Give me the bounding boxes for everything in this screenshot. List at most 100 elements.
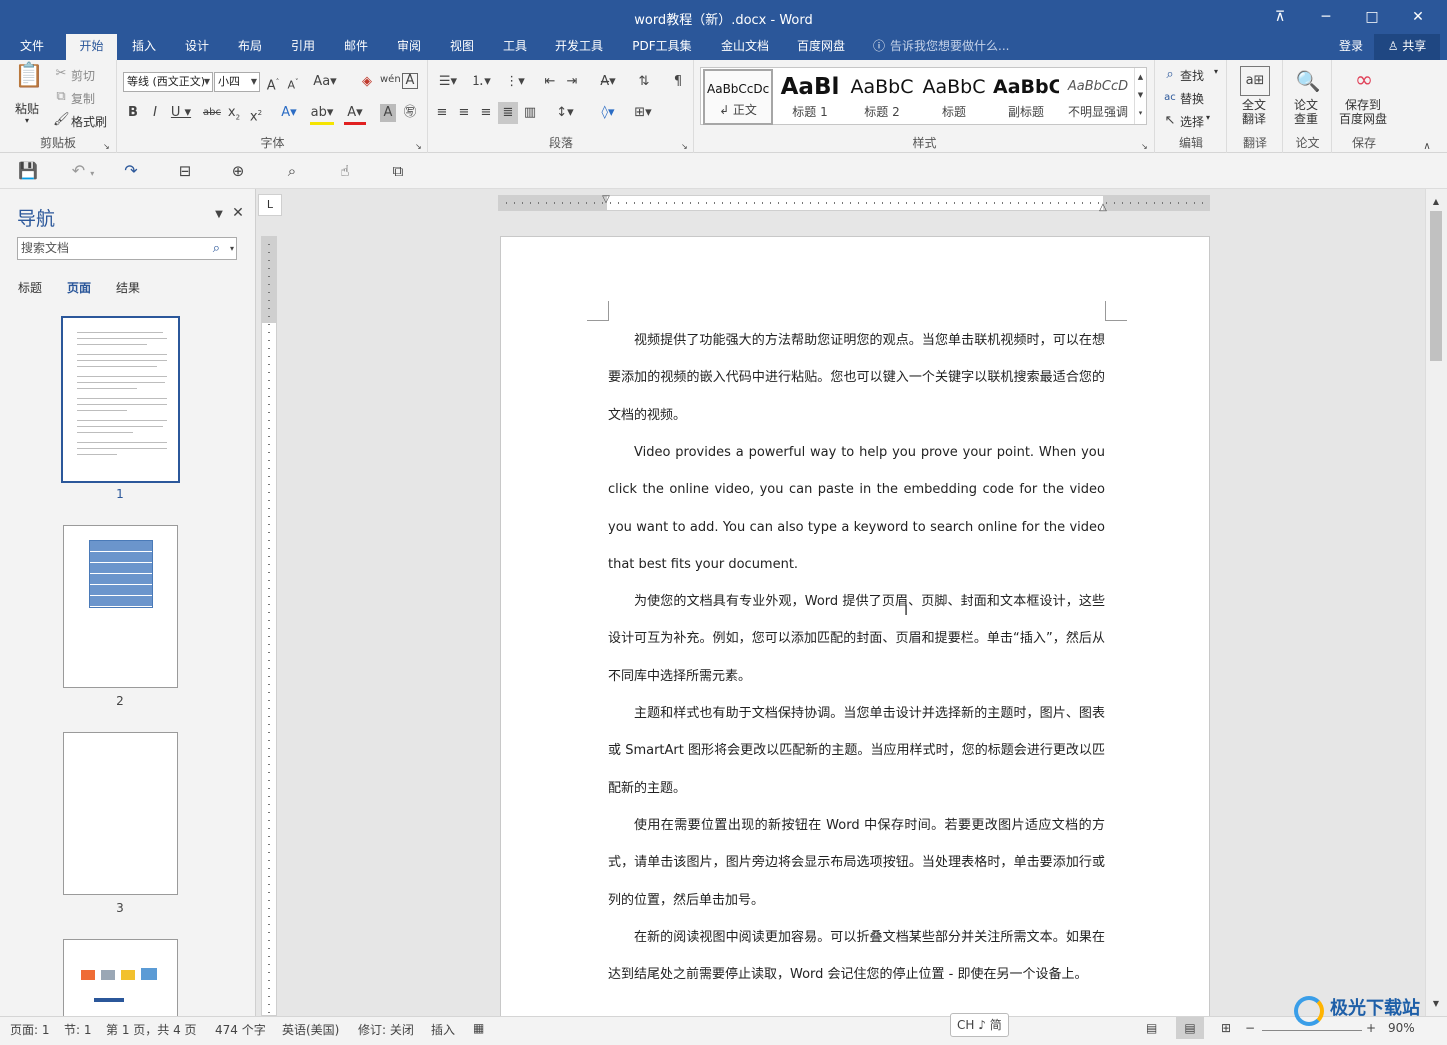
tab-mailings[interactable]: 邮件	[334, 34, 378, 60]
undo-icon[interactable]: ↶ ▾	[66, 162, 100, 183]
borders-icon[interactable]: ⊞▾	[629, 104, 657, 122]
tab-references[interactable]: 引用	[281, 34, 325, 60]
tab-view[interactable]: 视图	[440, 34, 484, 60]
multilevel-list-icon[interactable]: ⋮▾	[501, 73, 529, 91]
page-thumbnail-1[interactable]	[61, 316, 180, 483]
redo-icon[interactable]: ↷	[120, 162, 142, 180]
page-thumbnail-2[interactable]	[63, 525, 178, 688]
shading-icon[interactable]: ◊▾	[594, 104, 622, 122]
tab-design[interactable]: 设计	[175, 34, 219, 60]
clear-formatting-icon[interactable]: ◈	[358, 73, 376, 91]
font-size-combo[interactable]: 小四 ▼	[214, 72, 260, 92]
ribbon-display-options-icon[interactable]: ⊼	[1257, 0, 1303, 34]
vertical-ruler[interactable]	[261, 236, 277, 1016]
nav-tab-results[interactable]: 结果	[116, 279, 140, 296]
status-language[interactable]: 英语(美国)	[282, 1021, 339, 1038]
close-button[interactable]: ✕	[1395, 0, 1441, 34]
share-button[interactable]: ♙ 共享	[1374, 34, 1440, 60]
font-color-icon[interactable]: A▾	[344, 104, 366, 125]
enclose-characters-icon[interactable]: ㊢	[402, 104, 418, 122]
scroll-thumb[interactable]	[1430, 211, 1442, 361]
superscript-icon[interactable]: x2	[248, 104, 264, 126]
nav-tab-pages[interactable]: 页面	[67, 279, 91, 296]
paste-dropdown-icon[interactable]: ▾	[25, 116, 29, 125]
numbering-icon[interactable]: ⒈▾	[467, 73, 495, 91]
tab-insert[interactable]: 插入	[121, 34, 167, 60]
style-subtle-emphasis[interactable]: AaBbCcD 不明显强调	[1063, 69, 1133, 125]
style-title[interactable]: AaBbC 标题	[919, 69, 989, 125]
tab-review[interactable]: 审阅	[387, 34, 431, 60]
line-spacing-icon[interactable]: ↕▾	[551, 104, 579, 122]
change-case-icon[interactable]: Aa▾	[311, 73, 339, 91]
status-track-changes[interactable]: 修订: 关闭	[358, 1021, 414, 1038]
web-layout-view-icon[interactable]: ⊞	[1221, 1021, 1231, 1035]
nav-search-input[interactable]: 搜索文档 ⌕ ▾	[17, 237, 237, 260]
paragraph[interactable]: 为使您的文档具有专业外观，Word 提供了页眉、页脚、封面和文本框设计，这些设计…	[608, 583, 1105, 695]
style-subtitle[interactable]: AaBbC 副标题	[991, 69, 1061, 125]
align-left-icon[interactable]: ≡	[434, 104, 450, 122]
tab-kingsoft-docs[interactable]: 金山文档	[712, 34, 778, 60]
maximize-button[interactable]: □	[1349, 0, 1395, 34]
tab-tools[interactable]: 工具	[493, 34, 537, 60]
print-layout-view-icon[interactable]: ▤	[1176, 1017, 1204, 1039]
scroll-up-icon[interactable]: ▲	[1430, 193, 1442, 211]
save-icon[interactable]: 💾	[18, 162, 38, 180]
italic-icon[interactable]: I	[148, 104, 162, 122]
copy-button[interactable]: 复制	[71, 90, 95, 107]
distributed-icon[interactable]: ▥	[522, 104, 538, 122]
text-effects-icon[interactable]: A▾	[278, 104, 300, 122]
decrease-indent-icon[interactable]: ⇤	[541, 73, 559, 91]
align-center-icon[interactable]: ≡	[456, 104, 472, 122]
baidu-netdisk-icon[interactable]: ∞	[1349, 66, 1379, 96]
tab-baidu-netdisk[interactable]: 百度网盘	[788, 34, 854, 60]
print-preview-icon[interactable]: ⌕	[281, 162, 303, 180]
login-link[interactable]: 登录	[1332, 34, 1370, 60]
chevron-down-icon[interactable]: ▾	[1206, 113, 1210, 122]
tab-stop-selector[interactable]: L	[258, 194, 282, 216]
paper-check-button[interactable]: 论文 查重	[1294, 98, 1318, 126]
tab-home[interactable]: 开始	[66, 34, 117, 60]
bold-icon[interactable]: B	[126, 104, 140, 122]
indent-marker-icon[interactable]: ▽	[599, 191, 613, 209]
minimize-button[interactable]: ─	[1303, 0, 1349, 34]
phonetic-guide-icon[interactable]: wén	[380, 71, 401, 89]
tab-file[interactable]: 文件	[8, 34, 56, 60]
subscript-icon[interactable]: x2	[226, 104, 242, 127]
character-border-icon[interactable]: A	[402, 73, 418, 89]
character-shading-icon[interactable]: A	[380, 104, 396, 122]
status-section[interactable]: 节: 1	[64, 1021, 92, 1038]
tab-pdf-tools[interactable]: PDF工具集	[624, 34, 700, 60]
read-mode-icon[interactable]: ⊟	[174, 162, 196, 180]
tab-developer[interactable]: 开发工具	[546, 34, 612, 60]
underline-icon[interactable]: U ▾	[170, 104, 192, 122]
replace-button[interactable]: 替换	[1180, 90, 1204, 107]
gallery-scroll-icon[interactable]: ▲ ▼ ▾	[1134, 68, 1146, 124]
find-button[interactable]: 查找	[1180, 67, 1204, 84]
highlight-color-icon[interactable]: ab▾	[310, 104, 334, 125]
nav-tab-headings[interactable]: 标题	[18, 279, 42, 296]
search-icon[interactable]: ⌕	[213, 238, 220, 259]
format-painter-button[interactable]: 格式刷	[71, 113, 107, 130]
tell-me-box[interactable]: 告诉我您想要做什么...	[890, 34, 1020, 60]
paragraph[interactable]: Video provides a powerful way to help yo…	[608, 434, 1105, 583]
style-heading-1[interactable]: AaBl 标题 1	[775, 69, 845, 125]
paste-icon[interactable]: 📋	[14, 63, 44, 96]
read-mode-view-icon[interactable]: ▤	[1146, 1021, 1157, 1035]
style-normal[interactable]: AaBbCcDc ↲ 正文	[703, 69, 773, 125]
customize-qat-icon[interactable]: ⧉	[387, 162, 409, 180]
document-page[interactable]: 视频提供了功能强大的方法帮助您证明您的观点。当您单击联机视频时，可以在想要添加的…	[500, 236, 1210, 1026]
align-right-icon[interactable]: ≡	[478, 104, 494, 122]
save-to-baidu-button[interactable]: 保存到 百度网盘	[1339, 98, 1387, 126]
ime-indicator[interactable]: CH ♪ 简	[950, 1013, 1009, 1037]
status-insert-mode[interactable]: 插入	[431, 1021, 455, 1038]
shrink-font-icon[interactable]: A˅	[285, 73, 301, 95]
status-page[interactable]: 页面: 1	[10, 1021, 50, 1038]
justify-icon[interactable]: ≣	[498, 102, 518, 124]
status-page-count[interactable]: 第 1 页，共 4 页	[106, 1021, 197, 1038]
select-button[interactable]: 选择	[1180, 113, 1204, 130]
style-heading-2[interactable]: AaBbC 标题 2	[847, 69, 917, 125]
paragraph[interactable]: 在新的阅读视图中阅读更加容易。可以折叠文档某些部分并关注所需文本。如果在达到结尾…	[608, 919, 1105, 994]
sort-icon[interactable]: ⇅	[635, 73, 653, 91]
grow-font-icon[interactable]: A˄	[265, 73, 281, 95]
page-thumbnail-4[interactable]	[63, 939, 178, 1016]
